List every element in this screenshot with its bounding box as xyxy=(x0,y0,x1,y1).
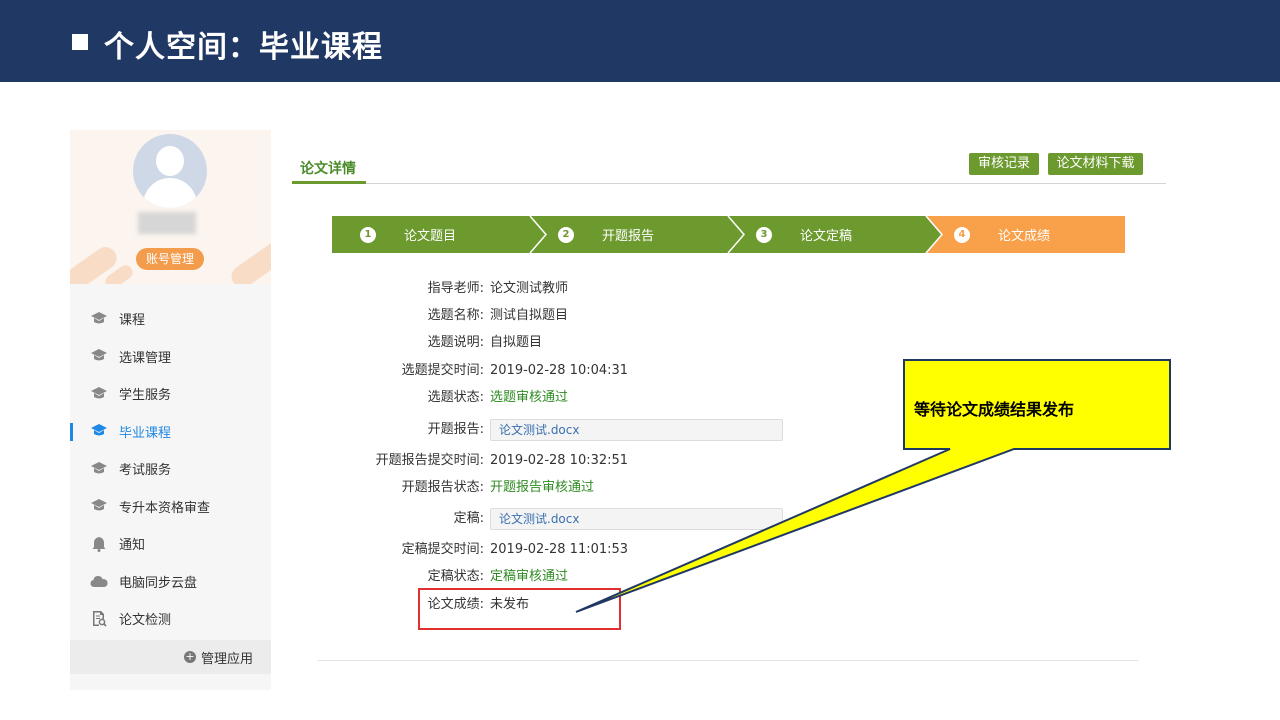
callout-text: 等待论文成绩结果发布 xyxy=(914,400,1075,419)
callout-shape xyxy=(575,359,1171,613)
